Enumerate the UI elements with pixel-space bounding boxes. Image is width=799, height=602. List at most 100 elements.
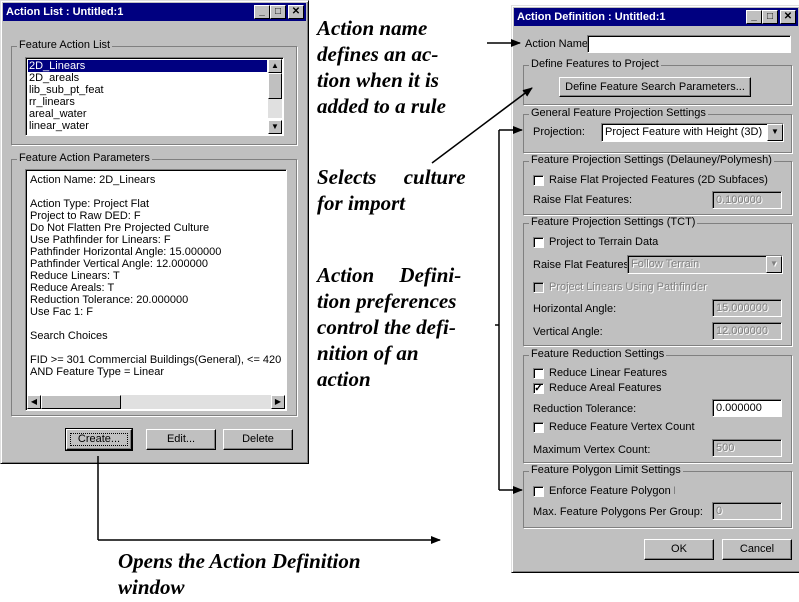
annotation-action-name: Action name defines an ac- tion when it … — [317, 15, 495, 119]
reduce-vertex-checkbox[interactable] — [533, 422, 544, 433]
annotation-selects-culture: Selects culture for import — [317, 164, 497, 216]
annotation-line: nition of an — [317, 341, 419, 365]
chevron-down-icon[interactable]: ▼ — [766, 256, 782, 273]
parameter-line: Reduce Linears: T — [30, 270, 120, 282]
enforce-polygon-label: Enforce Feature Polygon Limit — [549, 485, 675, 497]
window-title: Action Definition : Untitled:1 — [517, 11, 666, 23]
maximize-icon[interactable]: □ — [270, 5, 286, 19]
vertical-angle-input[interactable]: 12.000000 — [712, 322, 782, 340]
tct-raise-flat-dropdown[interactable]: Follow Terrain ▼ — [627, 255, 783, 274]
group-label: Define Features to Project — [529, 58, 661, 70]
project-linears-label: Project Linears Using Pathfinder — [549, 281, 707, 293]
parameter-line — [30, 318, 282, 330]
project-linears-checkbox[interactable] — [533, 282, 544, 293]
parameter-line: Action Name: 2D_Linears — [30, 174, 156, 186]
vertical-angle-value: 12.000000 — [716, 325, 768, 337]
scroll-right-icon[interactable]: ▶ — [271, 395, 285, 409]
tolerance-value: 0.000000 — [716, 402, 762, 414]
parameter-line: Search Choices — [30, 330, 108, 342]
group-label: Feature Action Parameters — [17, 152, 152, 164]
vertical-angle-label: Vertical Angle: — [533, 326, 603, 338]
create-button[interactable]: Create... — [65, 428, 133, 451]
scroll-thumb[interactable] — [268, 73, 282, 99]
create-button-label: Create... — [67, 430, 131, 449]
list-item[interactable]: 2D_areals — [28, 72, 267, 84]
annotation-line: control the defi- — [317, 315, 456, 339]
scroll-thumb[interactable] — [41, 395, 121, 409]
delete-button[interactable]: Delete — [223, 429, 293, 450]
list-item[interactable]: areal_water — [28, 108, 267, 120]
edit-button[interactable]: Edit... — [146, 429, 216, 450]
chevron-down-icon[interactable]: ▼ — [767, 124, 783, 141]
list-item[interactable]: linear_water — [28, 120, 267, 132]
action-list-titlebar[interactable]: Action List : Untitled:1 _ □ ✕ — [3, 3, 306, 21]
raise-flat-checkbox[interactable] — [533, 175, 544, 186]
parameter-line: AND Feature Type = Linear — [30, 366, 165, 378]
parameter-line: Pathfinder Vertical Angle: 12.000000 — [30, 258, 208, 270]
define-feature-search-button[interactable]: Define Feature Search Parameters... — [559, 77, 751, 97]
parameter-line: Action Type: Project Flat — [30, 198, 150, 210]
parameter-line: Use Fac 1: F — [30, 306, 93, 318]
annotation-line: action — [317, 367, 371, 391]
scroll-down-icon[interactable]: ▼ — [268, 120, 282, 134]
action-definition-titlebar[interactable]: Action Definition : Untitled:1 _ □ ✕ — [514, 8, 798, 26]
close-icon[interactable]: ✕ — [780, 10, 796, 24]
list-item[interactable]: 2D_Linears — [28, 60, 267, 72]
projection-label: Projection: — [533, 126, 585, 138]
reduce-vertex-label: Reduce Feature Vertex Count — [549, 421, 695, 433]
annotation-line: Opens the Action Definition — [118, 549, 361, 573]
max-vertex-input[interactable]: 500 — [712, 439, 782, 457]
parameter-line: Use Pathfinder for Linears: F — [30, 234, 171, 246]
raise-flat-value: 0.100000 — [716, 194, 762, 206]
max-polygons-input[interactable]: 0 — [712, 502, 782, 520]
project-terrain-label: Project to Terrain Data — [549, 236, 659, 248]
close-icon[interactable]: ✕ — [288, 5, 304, 19]
tolerance-input[interactable]: 0.000000 — [712, 399, 782, 417]
group-label: Feature Projection Settings (TCT) — [529, 216, 698, 228]
annotation-line: Action Defini- — [317, 263, 462, 287]
group-label: Feature Projection Settings (Delauney/Po… — [529, 154, 774, 166]
annotation-line: added to a rule — [317, 94, 446, 118]
action-name-label: Action Name: — [525, 38, 592, 50]
minimize-icon[interactable]: _ — [254, 5, 270, 19]
horizontal-angle-input[interactable]: 15.000000 — [712, 299, 782, 317]
maximize-icon[interactable]: □ — [762, 10, 778, 24]
parameters-textbox[interactable]: Action Name: 2D_Linears Action Type: Pro… — [25, 169, 287, 411]
max-vertex-label: Maximum Vertex Count: — [533, 444, 651, 456]
max-polygons-label: Max. Feature Polygons Per Group: — [533, 506, 703, 518]
project-terrain-checkbox[interactable] — [533, 237, 544, 248]
ok-button[interactable]: OK — [644, 539, 714, 560]
annotation-preferences: Action Defini- tion preferences control … — [317, 262, 502, 392]
feature-action-listbox[interactable]: 2D_Linears 2D_areals lib_sub_pt_feat rr_lin… — [25, 57, 284, 136]
projection-dropdown[interactable]: Project Feature with Height (3D) ▼ — [601, 123, 784, 142]
parameter-line: Project to Raw DED: F — [30, 210, 141, 222]
group-label: Feature Action List — [17, 39, 113, 51]
annotation-text: Action name — [317, 16, 428, 40]
raise-flat-input[interactable]: 0.100000 — [712, 191, 782, 209]
reduce-areal-label: Reduce Areal Features — [549, 382, 662, 394]
list-item[interactable]: rr_linears — [28, 96, 267, 108]
action-definition-window: Action Definition : Untitled:1 _ □ ✕ Act… — [511, 5, 799, 573]
parameter-line — [30, 186, 282, 198]
parameter-line — [30, 342, 282, 354]
annotation-line: tion when it is — [317, 68, 439, 92]
annotation-opens: Opens the Action Definition window — [118, 548, 448, 600]
parameter-line: FID >= 301 Commercial Buildings(General)… — [30, 354, 282, 366]
horizontal-angle-label: Horizontal Angle: — [533, 303, 617, 315]
annotation-line: window — [118, 575, 185, 599]
cancel-button[interactable]: Cancel — [722, 539, 792, 560]
horizontal-scrollbar[interactable]: ◀ ▶ — [27, 395, 285, 409]
reduce-linear-label: Reduce Linear Features — [549, 367, 668, 379]
reduce-areal-checkbox[interactable]: ✓ — [533, 383, 544, 394]
annotation-line: defines an ac- — [317, 42, 439, 66]
scroll-up-icon[interactable]: ▲ — [268, 59, 282, 73]
enforce-polygon-checkbox[interactable] — [533, 486, 544, 497]
tolerance-label: Reduction Tolerance: — [533, 403, 637, 415]
action-name-input[interactable] — [587, 35, 791, 53]
window-title: Action List : Untitled:1 — [6, 6, 124, 18]
scroll-left-icon[interactable]: ◀ — [27, 395, 41, 409]
parameter-line: Do Not Flatten Pre Projected Culture — [30, 222, 210, 234]
minimize-icon[interactable]: _ — [746, 10, 762, 24]
list-item[interactable]: lib_sub_pt_feat — [28, 84, 267, 96]
reduce-linear-checkbox[interactable] — [533, 368, 544, 379]
